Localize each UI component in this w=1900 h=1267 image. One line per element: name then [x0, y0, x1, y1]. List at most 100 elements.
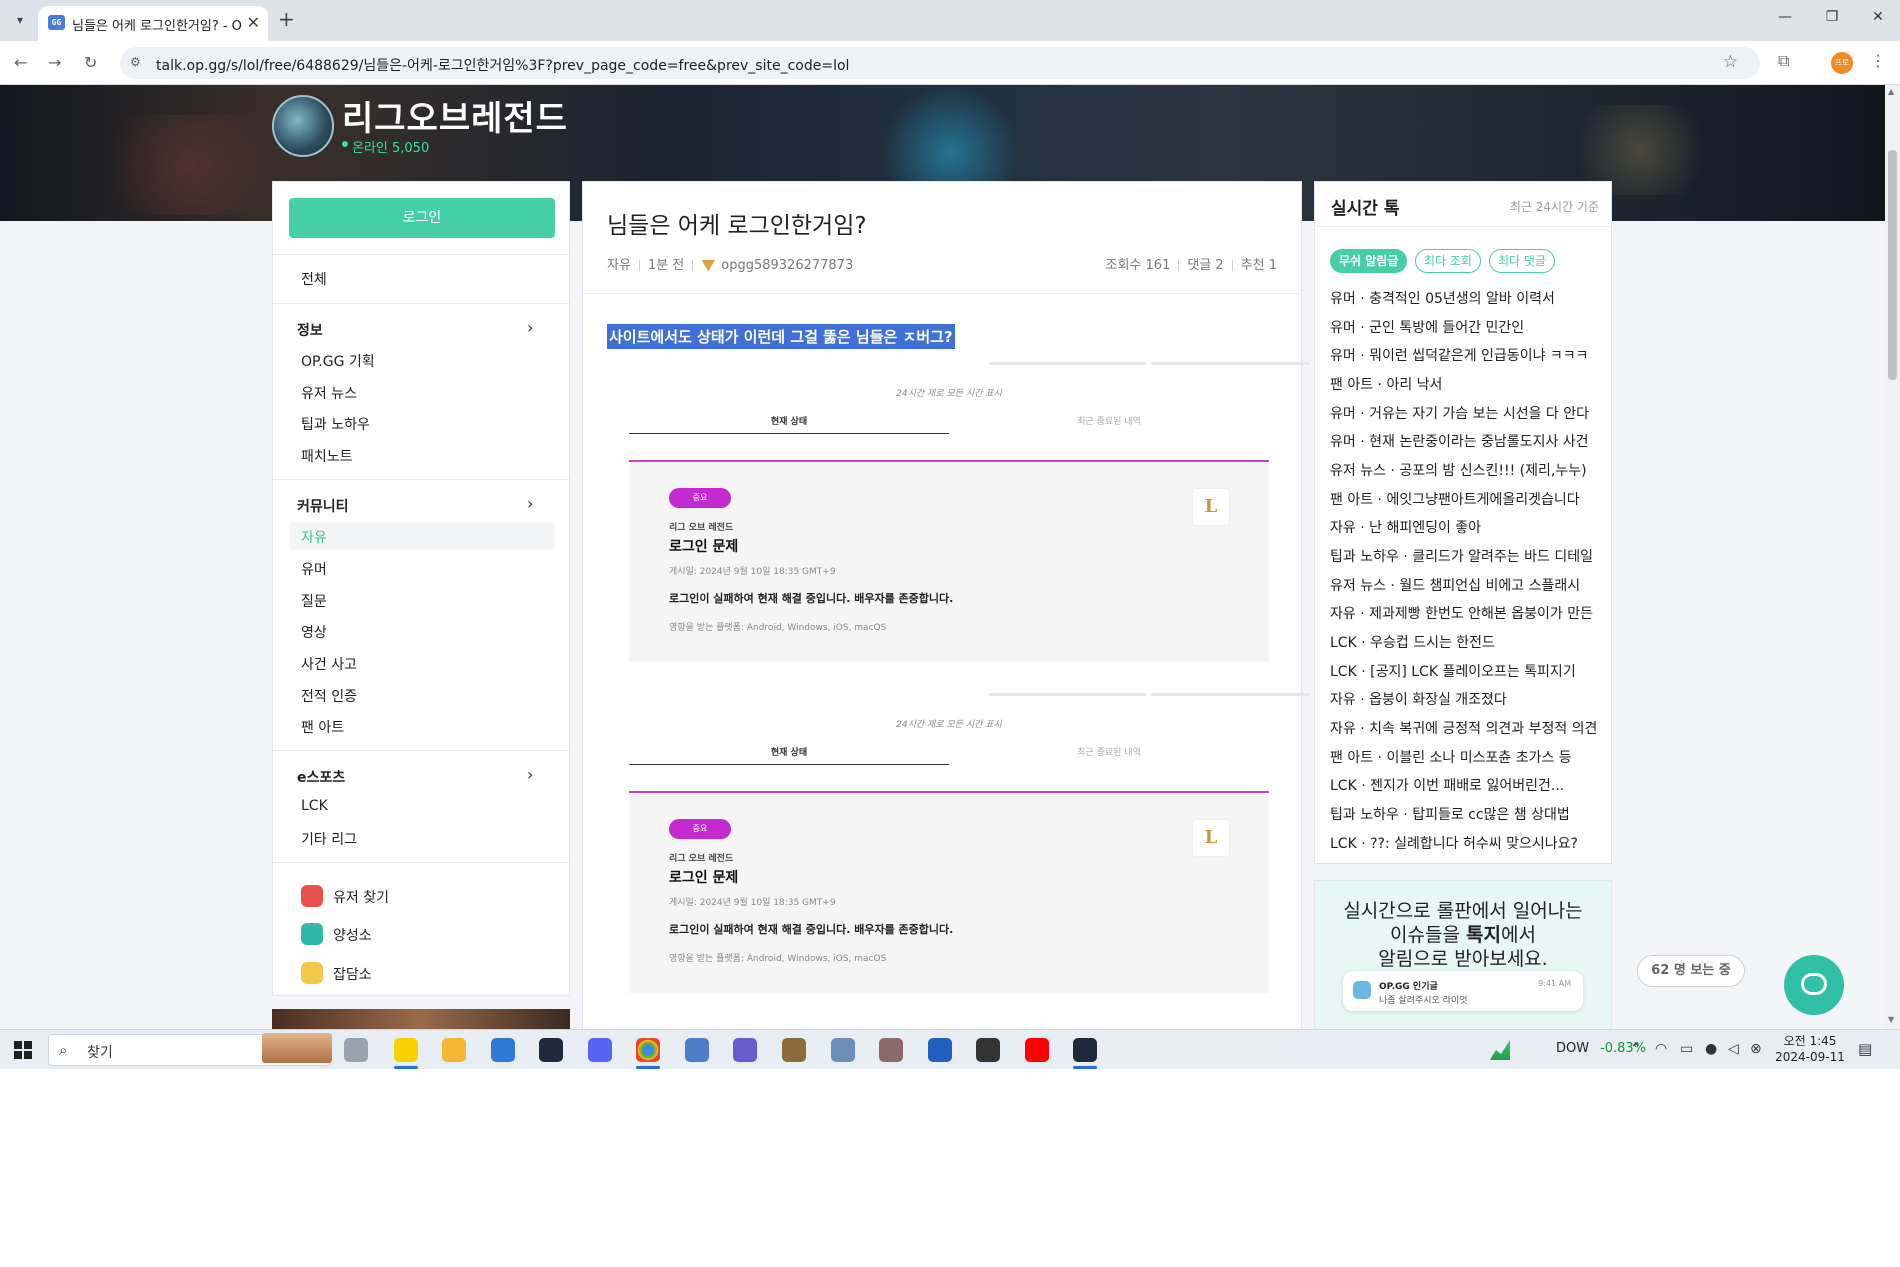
chevron-right-icon[interactable]: › — [527, 765, 533, 784]
realtime-item[interactable]: 자유 · 제과제빵 한번도 안해본 옵붕이가 만든 — [1330, 603, 1600, 623]
back-icon[interactable]: ← — [14, 53, 27, 72]
network-app-icon[interactable] — [831, 1038, 855, 1062]
game-app-icon[interactable] — [782, 1038, 806, 1062]
selected-post-text[interactable]: 사이트에서도 상태가 이런데 그걸 뚫은 님들은 ㅈ버그? — [607, 324, 955, 349]
game-logo-icon[interactable] — [272, 95, 334, 157]
realtime-item[interactable]: 유머 · 현재 논란중이라는 중남롤도지사 사건 — [1330, 431, 1600, 451]
realtime-item[interactable]: 팁과 노하우 · 탑피들로 cc많은 챔 상대법 — [1330, 804, 1600, 824]
site-info-icon[interactable]: ⚙ — [130, 55, 141, 69]
mute-icon[interactable]: ⊗ — [1750, 1041, 1762, 1057]
sidebar-item-video[interactable]: 영상 — [301, 622, 327, 642]
window-close-icon[interactable]: ✕ — [1868, 9, 1888, 25]
chrome-icon[interactable] — [636, 1038, 660, 1062]
realtime-item[interactable]: 유머 · 뭐이런 씹덕같은게 인급동이냐 ㅋㅋㅋ — [1330, 345, 1600, 365]
realtime-item[interactable]: 팬 아트 · 이블린 소나 미스포츈 초가스 등 — [1330, 747, 1600, 767]
game-dragon-icon[interactable] — [879, 1038, 903, 1062]
sidebar-item-question[interactable]: 질문 — [301, 591, 327, 611]
post-author[interactable]: opgg589326277873 — [721, 258, 853, 273]
post-category[interactable]: 자유 — [607, 258, 631, 273]
app-window-icon[interactable] — [685, 1038, 709, 1062]
realtime-item[interactable]: LCK · 우승컵 드시는 한전드 — [1330, 632, 1600, 652]
scroll-down-icon[interactable]: ▼ — [1888, 1015, 1894, 1024]
realtime-item[interactable]: 팁과 노하우 · 클리드가 알려주는 바드 디테일 — [1330, 546, 1600, 566]
bookmark-star-icon[interactable]: ☆ — [1723, 52, 1738, 72]
realtime-item[interactable]: 유저 뉴스 · 공포의 밤 신스킨!!! (제리,누누) — [1330, 460, 1600, 480]
task-view-icon[interactable] — [344, 1038, 368, 1062]
realtime-item[interactable]: 유저 뉴스 · 월드 챔피언십 비에고 스플래시 — [1330, 575, 1600, 595]
sidebar-item-humor[interactable]: 유머 — [301, 559, 327, 579]
chevron-right-icon[interactable]: › — [527, 318, 533, 337]
sidebar-item-patch-notes[interactable]: 패치노트 — [301, 446, 353, 466]
profile-avatar[interactable]: 프로 — [1831, 52, 1853, 74]
stock-chart-icon[interactable] — [1490, 1040, 1510, 1060]
login-button[interactable]: 로그인 — [289, 198, 555, 238]
stock-name[interactable]: DOW — [1556, 1041, 1589, 1056]
store-icon[interactable] — [928, 1038, 952, 1062]
browser-tab[interactable]: GG 님들은 어케 로그인한거임? - O ✕ — [38, 6, 268, 41]
volume-icon[interactable]: ◁ — [1728, 1041, 1739, 1057]
address-bar[interactable]: ⚙ talk.op.gg/s/lol/free/6488629/님들은-어케-로… — [120, 47, 1760, 79]
notification-icon[interactable]: ▤ — [1858, 1040, 1872, 1058]
sidebar-item-free[interactable]: 자유 — [289, 522, 555, 550]
windows-start-icon[interactable] — [14, 1041, 32, 1059]
lol-client-icon[interactable] — [539, 1038, 563, 1062]
new-tab-icon[interactable]: + — [278, 7, 295, 31]
extensions-icon[interactable]: ⧉ — [1778, 51, 1789, 71]
chip-notice[interactable]: 무쉬 알림글 — [1330, 249, 1408, 273]
sidebar-item-opgg-planning[interactable]: OP.GG 기획 — [301, 351, 375, 371]
realtime-item[interactable]: 유머 · 충격적인 05년생의 알바 이력서 — [1330, 288, 1600, 308]
page-scrollbar[interactable]: ▲ ▼ — [1885, 85, 1900, 1029]
realtime-item[interactable]: 팬 아트 · 에잇그냥팬아트게에올리겟습니다 — [1330, 489, 1600, 509]
tab-search-icon[interactable]: ▾ — [8, 8, 32, 32]
realtime-item[interactable]: LCK · ??: 실례합니다 허수씨 맞으시나요? — [1330, 833, 1600, 853]
battery-icon[interactable]: ▭ — [1680, 1041, 1693, 1057]
scroll-thumb[interactable] — [1888, 150, 1897, 380]
nav-group-title[interactable]: 정보 — [297, 320, 323, 340]
taskbar-clock[interactable]: 오전 1:45 2024-09-11 — [1775, 1033, 1845, 1065]
sidebar-item-user-news[interactable]: 유저 뉴스 — [301, 383, 357, 403]
realtime-item[interactable]: LCK · [공지] LCK 플레이오프는 톡피지기 — [1330, 661, 1600, 681]
browser-menu-icon[interactable]: ⋮ — [1870, 51, 1886, 70]
scroll-up-icon[interactable]: ▲ — [1888, 87, 1894, 96]
sidebar-item-lck[interactable]: LCK — [301, 798, 328, 814]
left-ad-image[interactable] — [272, 1009, 570, 1029]
wifi-icon[interactable]: ◠ — [1655, 1041, 1667, 1057]
realtime-item[interactable]: 자유 · 난 해피엔딩이 좋아 — [1330, 517, 1600, 537]
chat-button[interactable] — [1784, 955, 1844, 1015]
chevron-right-icon[interactable]: › — [527, 494, 533, 513]
microphone-icon[interactable]: ● — [1705, 1041, 1717, 1057]
forward-icon[interactable]: → — [48, 53, 61, 72]
realtime-item[interactable]: 자유 · 옵붕이 화장실 개조졌다 — [1330, 689, 1600, 709]
lol-game-icon[interactable] — [1073, 1038, 1097, 1062]
tray-chevron-up-icon[interactable]: ⌃ — [1630, 1041, 1642, 1057]
minimize-icon[interactable]: — — [1775, 9, 1795, 25]
realtime-item[interactable]: LCK · 젠지가 이번 패배로 잃어버린건... — [1330, 775, 1600, 795]
nav-group-title[interactable]: 커뮤니티 — [297, 496, 349, 516]
app-cube-icon[interactable] — [733, 1038, 757, 1062]
app-promo-banner[interactable]: 실시간으로 롤판에서 일어나는 이슈들을 톡지에서 알림으로 받아보세요. OP… — [1314, 880, 1612, 1029]
reload-icon[interactable]: ↻ — [84, 53, 97, 72]
kakaotalk-icon[interactable] — [394, 1038, 418, 1062]
sidebar-item-incident[interactable]: 사건 사고 — [301, 654, 357, 674]
sidebar-item-fan-art[interactable]: 팬 아트 — [301, 717, 344, 737]
game-title[interactable]: 리그오브레전드 — [342, 91, 568, 140]
close-icon[interactable]: ✕ — [247, 13, 260, 32]
realtime-item[interactable]: 유머 · 군인 톡방에 들어간 민간인 — [1330, 317, 1600, 337]
sidebar-item-tips[interactable]: 팁과 노하우 — [301, 414, 370, 434]
sidebar-item-other-league[interactable]: 기타 리그 — [301, 829, 357, 849]
banner-art — [80, 115, 300, 215]
file-explorer-icon[interactable] — [442, 1038, 466, 1062]
realtime-item[interactable]: 팬 아트 · 아리 낙서 — [1330, 374, 1600, 394]
nav-group-title[interactable]: e스포츠 — [297, 767, 345, 787]
vpn-icon[interactable] — [976, 1038, 1000, 1062]
discord-icon[interactable] — [588, 1038, 612, 1062]
youtube-icon[interactable] — [1025, 1038, 1049, 1062]
restore-icon[interactable]: ❐ — [1822, 9, 1842, 25]
sidebar-item-all[interactable]: 전체 — [301, 269, 327, 289]
realtime-item[interactable]: 자유 · 치속 복귀에 긍정적 의견과 부정적 의견 — [1330, 718, 1600, 738]
realtime-item[interactable]: 유머 · 거유는 자기 가슴 보는 시선을 다 안다 — [1330, 403, 1600, 423]
mail-icon[interactable] — [491, 1038, 515, 1062]
chip-most-comments[interactable]: 최다 댓글 — [1489, 249, 1555, 273]
chip-most-viewed[interactable]: 최다 조회 — [1415, 249, 1481, 273]
sidebar-item-record[interactable]: 전적 인증 — [301, 686, 357, 706]
